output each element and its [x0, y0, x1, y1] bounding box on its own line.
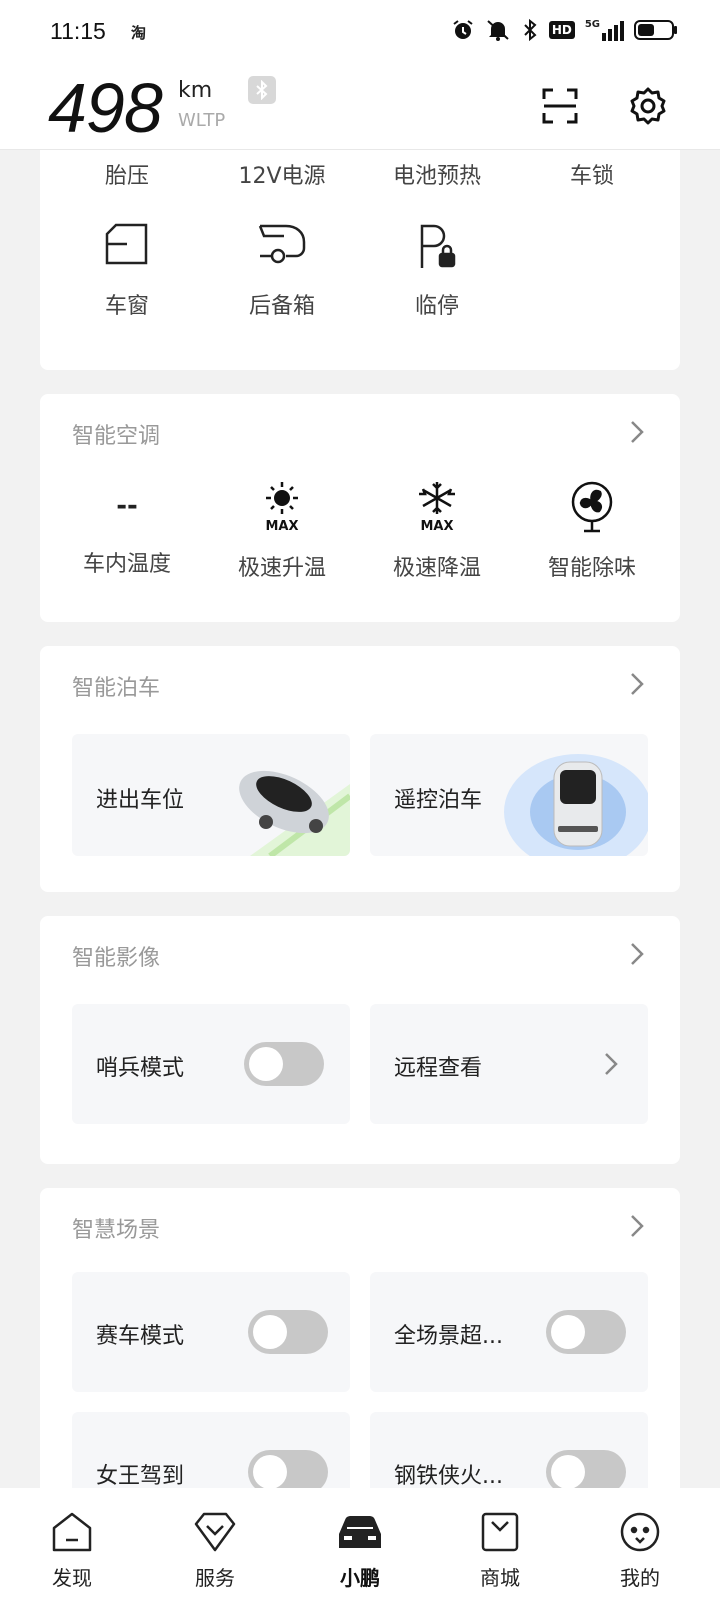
cabin-temp-value: -- — [116, 491, 138, 521]
tab-xiaopeng[interactable]: 小鹏 — [315, 1510, 405, 1591]
scene-label: 赛车模式 — [96, 1324, 185, 1349]
hd-icon: HD — [548, 21, 575, 39]
bottom-tab-bar: 发现 服务 小鹏 商城 我的 — [0, 1488, 720, 1612]
scene-tile: 赛车模式 — [72, 1272, 350, 1392]
temp-parking-button[interactable]: 临停 — [362, 222, 512, 320]
chevron-right-icon[interactable] — [630, 672, 644, 696]
status-icons: HD 5G — [451, 18, 678, 42]
scene-label: 女王驾到 — [96, 1464, 185, 1489]
tab-label: 小鹏 — [340, 1566, 380, 1590]
service-icon — [194, 1512, 236, 1552]
park-in-out-label: 进出车位 — [96, 788, 185, 813]
cabin-temp-label: 车内温度 — [82, 552, 171, 577]
5g-signal-icon: 5G — [585, 19, 624, 41]
profile-icon — [620, 1512, 660, 1552]
tab-discover[interactable]: 发现 — [27, 1510, 117, 1591]
chevron-right-icon[interactable] — [630, 942, 644, 966]
12v-power-label: 12V电源 — [238, 164, 326, 189]
status-time: 11:15 — [50, 18, 106, 44]
all-scene-toggle[interactable] — [546, 1310, 626, 1354]
window-label: 车窗 — [104, 294, 149, 319]
sun-max-icon: MAX — [265, 482, 299, 534]
tab-label: 发现 — [52, 1566, 92, 1590]
shop-icon — [481, 1512, 519, 1552]
vehicle-header: 498 km WLTP — [0, 64, 720, 150]
parking-title: 智能泊车 — [72, 676, 161, 701]
parking-card[interactable]: 智能泊车 进出车位 遥控泊车 — [40, 646, 680, 892]
taobao-notification-icon: 淘 — [131, 24, 147, 42]
climate-title: 智能空调 — [72, 424, 161, 449]
remote-parking-illustration — [504, 754, 648, 856]
tire-pressure-button[interactable]: 胎压 — [52, 158, 202, 190]
12v-power-button[interactable]: 12V电源 — [207, 158, 357, 190]
alarm-icon — [453, 20, 473, 39]
cabin-temp-item: -- 车内温度 — [52, 480, 202, 578]
tab-service[interactable]: 服务 — [170, 1510, 260, 1591]
network-label: 5G — [584, 19, 600, 30]
camera-card[interactable]: 智能影像 哨兵模式 远程查看 — [40, 916, 680, 1164]
rapid-cool-label: 极速降温 — [392, 556, 481, 581]
settings-gear-icon[interactable] — [628, 86, 668, 126]
rapid-heat-label: 极速升温 — [237, 556, 326, 581]
chevron-right-icon[interactable] — [630, 1214, 644, 1238]
remote-parking-tile[interactable]: 遥控泊车 — [370, 734, 648, 856]
max-badge: MAX — [265, 519, 298, 532]
status-bar: 11:15 淘 HD 5G — [0, 0, 720, 64]
park-in-out-tile[interactable]: 进出车位 — [72, 734, 350, 856]
climate-card[interactable]: 智能空调 -- 车内温度 MAX 极速升温 MAX 极速降温 智能除味 — [40, 394, 680, 622]
tire-pressure-label: 胎压 — [104, 164, 149, 189]
rapid-heat-button[interactable]: MAX 极速升温 — [207, 480, 357, 582]
temp-parking-icon — [420, 224, 456, 268]
rapid-cool-button[interactable]: MAX 极速降温 — [362, 480, 512, 582]
tab-profile[interactable]: 我的 — [595, 1510, 685, 1591]
deodorize-button[interactable]: 智能除味 — [517, 480, 667, 582]
camera-title: 智能影像 — [72, 946, 161, 971]
bluetooth-icon — [524, 18, 537, 42]
window-button[interactable]: 车窗 — [52, 222, 202, 320]
tab-label: 服务 — [195, 1566, 235, 1590]
scene-label: 全场景超... — [394, 1324, 503, 1349]
battery-icon — [634, 20, 677, 40]
car-lock-button[interactable]: 车锁 — [517, 158, 667, 190]
quick-controls-card: 胎压 12V电源 电池预热 车锁 车窗 后备箱 临停 — [40, 150, 680, 370]
snowflake-max-icon: MAX — [419, 482, 455, 534]
trunk-button[interactable]: 后备箱 — [207, 222, 357, 320]
vehicle-bluetooth-icon[interactable] — [248, 76, 276, 104]
parking-car-illustration — [239, 770, 350, 856]
window-icon — [105, 223, 148, 265]
max-badge: MAX — [420, 519, 453, 532]
home-icon — [52, 1512, 92, 1552]
scenes-title: 智慧场景 — [72, 1218, 161, 1243]
chevron-right-icon — [605, 1053, 618, 1075]
deodorize-label: 智能除味 — [547, 556, 636, 581]
mute-icon — [487, 20, 509, 41]
trunk-label: 后备箱 — [248, 294, 315, 319]
remote-view-label: 远程查看 — [394, 1056, 483, 1081]
car-lock-label: 车锁 — [569, 164, 614, 189]
remote-view-tile[interactable]: 远程查看 — [370, 1004, 648, 1124]
battery-preheat-button[interactable]: 电池预热 — [362, 158, 512, 190]
tab-label: 商城 — [480, 1566, 520, 1590]
race-mode-toggle[interactable] — [248, 1310, 328, 1354]
battery-preheat-label: 电池预热 — [392, 164, 481, 189]
tab-shop[interactable]: 商城 — [455, 1510, 545, 1591]
scene-label: 钢铁侠火... — [394, 1464, 503, 1489]
chevron-right-icon[interactable] — [630, 420, 644, 444]
car-icon — [339, 1516, 381, 1548]
tab-label: 我的 — [620, 1566, 660, 1590]
sentry-mode-tile: 哨兵模式 — [72, 1004, 350, 1124]
scenes-card[interactable]: 智慧场景 赛车模式 全场景超... 女王驾到 钢铁侠火... — [40, 1188, 680, 1532]
remote-parking-label: 遥控泊车 — [394, 788, 483, 813]
fan-icon — [571, 481, 613, 533]
range-value: 498 — [48, 69, 163, 147]
trunk-icon — [258, 224, 306, 264]
scene-tile: 全场景超... — [370, 1272, 648, 1392]
sentry-mode-label: 哨兵模式 — [96, 1056, 185, 1081]
range-standard: WLTP — [178, 110, 226, 131]
sentry-mode-toggle[interactable] — [244, 1042, 324, 1086]
temp-parking-label: 临停 — [414, 294, 459, 319]
scan-icon[interactable] — [542, 88, 578, 124]
range-unit: km — [178, 78, 213, 103]
